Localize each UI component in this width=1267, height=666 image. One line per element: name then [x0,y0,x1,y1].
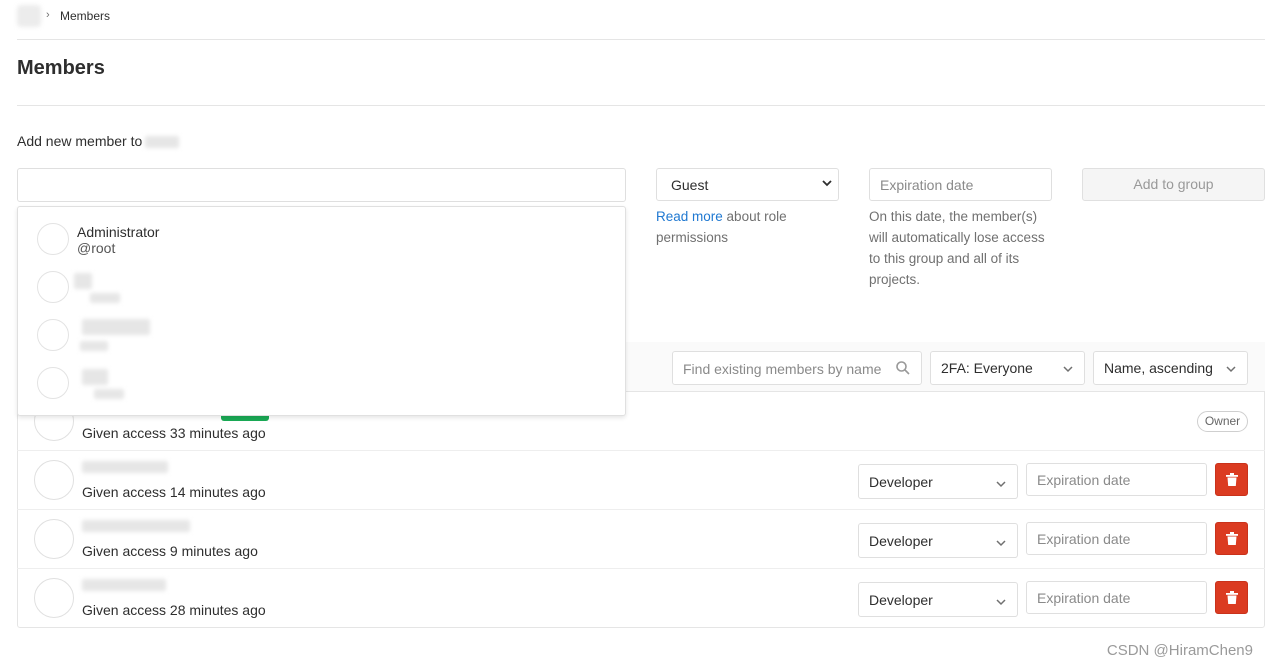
divider [17,39,1265,40]
member-access-text: Given access 33 minutes ago [82,425,266,441]
avatar [37,223,69,255]
two-factor-filter-value: 2FA: Everyone [941,360,1033,376]
member-role-value: Developer [869,592,933,608]
autocomplete-user-redacted[interactable] [90,293,120,303]
remove-member-button[interactable] [1215,581,1248,614]
member-expiration-placeholder: Expiration date [1037,531,1131,547]
member-role-dropdown[interactable]: Developer [858,464,1018,499]
autocomplete-user-redacted[interactable] [80,341,108,351]
avatar[interactable] [34,578,74,618]
member-role-dropdown[interactable]: Developer [858,582,1018,617]
member-expiration-input[interactable]: Expiration date [1026,463,1207,496]
autocomplete-user-redacted[interactable] [94,389,124,399]
group-avatar-icon[interactable] [17,5,41,27]
remove-member-button[interactable] [1215,463,1248,496]
member-access-text: Given access 14 minutes ago [82,484,266,500]
chevron-down-icon [995,536,1007,548]
member-access-text: Given access 28 minutes ago [82,602,266,618]
row-divider [17,509,1265,510]
avatar [37,319,69,351]
find-members-placeholder: Find existing members by name [683,361,882,377]
avatar[interactable] [34,519,74,559]
trash-icon [1226,591,1238,604]
access-level-value: Guest [671,177,709,193]
avatar[interactable] [34,460,74,500]
member-name-redacted [82,520,190,532]
breadcrumb-separator-icon: › [46,9,50,21]
member-role-value: Developer [869,474,933,490]
expiration-help-text: On this date, the member(s) will automat… [869,209,1045,287]
autocomplete-user-redacted[interactable] [82,319,150,335]
group-name-redacted [145,136,179,148]
trash-icon [1226,473,1238,486]
search-icon [895,360,911,376]
autocomplete-user-name[interactable]: Administrator [77,224,159,240]
chevron-down-icon [995,477,1007,489]
row-divider [17,450,1265,451]
row-divider [17,568,1265,569]
autocomplete-user-redacted[interactable] [74,273,92,289]
page-title: Members [17,57,105,79]
add-to-group-button[interactable]: Add to group [1082,168,1265,201]
chevron-down-icon [1225,362,1237,374]
autocomplete-username[interactable]: @root [77,240,115,256]
expiration-date-input[interactable]: Expiration date [869,168,1052,201]
read-more-link[interactable]: Read more [656,209,723,224]
member-name-redacted [82,461,168,473]
autocomplete-user-redacted[interactable] [82,369,108,385]
member-search-input[interactable] [17,168,626,202]
remove-member-button[interactable] [1215,522,1248,555]
find-members-input[interactable]: Find existing members by name [672,351,922,385]
expiration-date-placeholder: Expiration date [880,177,974,193]
member-expiration-input[interactable]: Expiration date [1026,522,1207,555]
member-expiration-placeholder: Expiration date [1037,590,1131,606]
member-expiration-placeholder: Expiration date [1037,472,1131,488]
member-name-redacted [82,579,166,591]
trash-icon [1226,532,1238,545]
chevron-down-icon [822,177,832,191]
divider [17,105,1265,106]
watermark: CSDN @HiramChen9 [1106,642,1253,659]
role-badge: Owner [1197,411,1248,432]
sort-dropdown[interactable]: Name, ascending [1093,351,1248,385]
member-access-text: Given access 9 minutes ago [82,543,258,559]
sort-value: Name, ascending [1104,360,1213,376]
member-role-value: Developer [869,533,933,549]
two-factor-filter-dropdown[interactable]: 2FA: Everyone [930,351,1085,385]
add-member-label: Add new member to [17,133,143,149]
member-expiration-input[interactable]: Expiration date [1026,581,1207,614]
avatar [37,367,69,399]
chevron-down-icon [995,595,1007,607]
access-level-select[interactable]: Guest [656,168,839,201]
avatar [37,271,69,303]
chevron-down-icon [1062,362,1074,374]
breadcrumb-current[interactable]: Members [60,9,110,23]
member-autocomplete-dropdown: Administrator @root [17,206,626,416]
member-role-dropdown[interactable]: Developer [858,523,1018,558]
role-help-text: Read more about role permissions [656,206,826,248]
